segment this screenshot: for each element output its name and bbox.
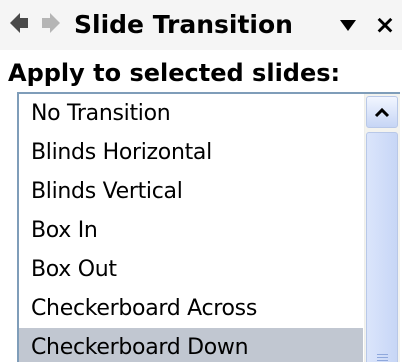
back-button[interactable] [8,13,30,37]
scrollbar-thumb[interactable] [366,132,398,362]
apply-to-label: Apply to selected slides: [8,59,341,87]
close-button[interactable]: × [372,10,398,40]
transition-listbox[interactable]: No Transition Blinds Horizontal Blinds V… [17,92,400,362]
task-pane-header: Slide Transition × [0,0,402,50]
thumb-grip-line [377,360,388,361]
list-item[interactable]: Checkerboard Across [19,289,363,328]
vertical-scrollbar[interactable] [364,94,400,362]
list-item[interactable]: No Transition [19,94,363,133]
pane-menu-button[interactable] [337,15,359,37]
list-item-selected[interactable]: Checkerboard Down [19,328,363,362]
chevron-up-icon [374,103,390,122]
thumb-grip-line [377,354,388,355]
list-item[interactable]: Box In [19,211,363,250]
scroll-up-button[interactable] [366,96,398,128]
pane-title: Slide Transition [74,10,293,39]
list-item[interactable]: Blinds Horizontal [19,133,363,172]
forward-arrow-icon [41,12,61,38]
forward-button[interactable] [40,13,62,37]
slide-transition-pane: Slide Transition × Apply to selected sli… [0,0,402,362]
thumb-grip-line [377,357,388,358]
dropdown-triangle-icon [340,17,356,36]
transition-list: No Transition Blinds Horizontal Blinds V… [19,94,363,362]
list-item[interactable]: Box Out [19,250,363,289]
list-item[interactable]: Blinds Vertical [19,172,363,211]
back-arrow-icon [9,12,29,38]
